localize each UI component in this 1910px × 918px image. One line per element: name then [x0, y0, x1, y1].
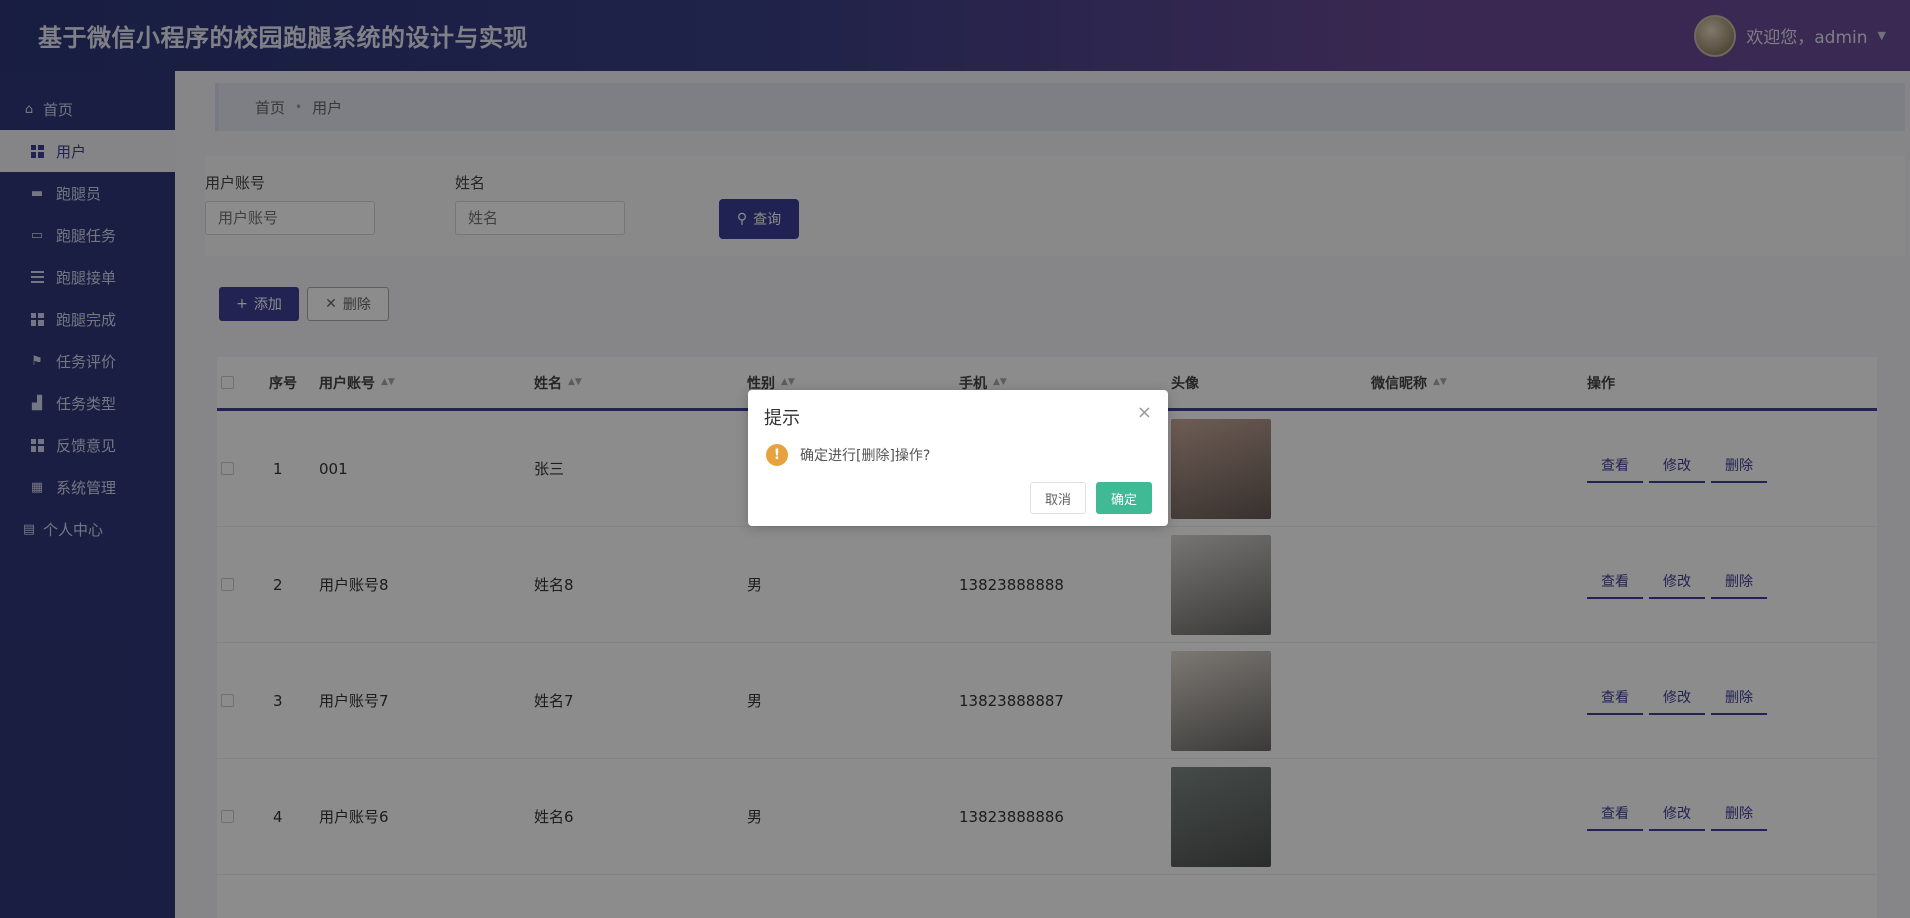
- dialog-message: 确定进行[删除]操作?: [800, 448, 931, 464]
- dialog-body: ! 确定进行[删除]操作?: [766, 444, 930, 466]
- dialog-cancel-button[interactable]: 取消: [1030, 482, 1086, 514]
- dialog-title: 提示: [764, 408, 800, 429]
- confirm-dialog: 提示 × ! 确定进行[删除]操作? 取消 确定: [748, 390, 1168, 526]
- dialog-confirm-button[interactable]: 确定: [1096, 482, 1152, 514]
- close-icon[interactable]: ×: [1137, 402, 1152, 423]
- warning-icon: !: [766, 444, 788, 466]
